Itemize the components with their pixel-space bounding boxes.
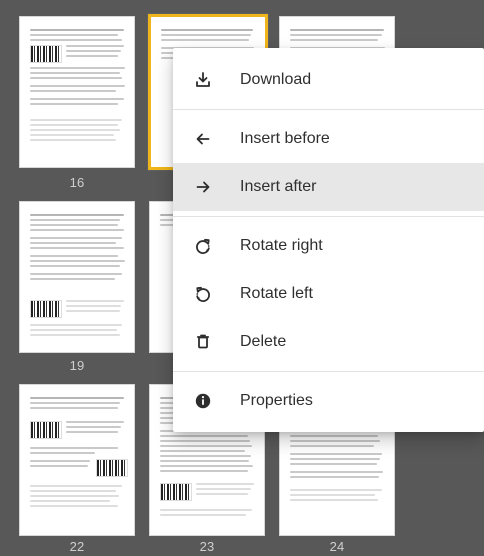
arrow-left-icon bbox=[193, 129, 213, 149]
insert-after-menu-item[interactable]: Insert after bbox=[173, 163, 484, 211]
delete-label: Delete bbox=[240, 333, 287, 350]
page-number-19: 19 bbox=[69, 358, 85, 373]
insert-before-menu-item[interactable]: Insert before bbox=[173, 115, 484, 163]
page-context-menu: Download Insert before Insert after Rota… bbox=[173, 48, 484, 432]
page-thumbnail-16[interactable] bbox=[19, 16, 135, 168]
barcode-image bbox=[96, 459, 128, 477]
download-label: Download bbox=[240, 71, 312, 88]
thumbnail-content bbox=[30, 29, 125, 157]
rotate-left-menu-item[interactable]: Rotate left bbox=[173, 270, 484, 318]
page-thumbnail-22[interactable] bbox=[19, 384, 135, 536]
properties-label: Properties bbox=[240, 392, 313, 409]
page-number-16: 16 bbox=[69, 175, 85, 190]
rotate-right-label: Rotate right bbox=[240, 237, 323, 254]
info-icon bbox=[193, 391, 213, 411]
page-grid: 16 19 22 23 24 Download Insert before In… bbox=[0, 0, 484, 554]
download-menu-item[interactable]: Download bbox=[173, 56, 484, 104]
properties-menu-item[interactable]: Properties bbox=[173, 377, 484, 425]
thumbnail-content bbox=[30, 397, 128, 525]
menu-divider bbox=[173, 371, 484, 372]
rotate-left-icon bbox=[193, 284, 213, 304]
trash-icon bbox=[193, 332, 213, 352]
page-thumbnail-19[interactable] bbox=[19, 201, 135, 353]
download-icon bbox=[193, 70, 213, 90]
barcode-image bbox=[30, 421, 62, 439]
page-number-24: 24 bbox=[329, 539, 345, 554]
insert-before-label: Insert before bbox=[240, 130, 330, 147]
thumbnail-content bbox=[30, 214, 125, 342]
insert-after-label: Insert after bbox=[240, 178, 317, 195]
barcode-image bbox=[30, 300, 62, 318]
barcode-image bbox=[160, 483, 192, 501]
rotate-right-menu-item[interactable]: Rotate right bbox=[173, 222, 484, 270]
delete-menu-item[interactable]: Delete bbox=[173, 318, 484, 366]
page-number-22: 22 bbox=[69, 539, 85, 554]
rotate-right-icon bbox=[193, 236, 213, 256]
menu-divider bbox=[173, 216, 484, 217]
page-number-23: 23 bbox=[199, 539, 215, 554]
rotate-left-label: Rotate left bbox=[240, 285, 313, 302]
arrow-right-icon bbox=[193, 177, 213, 197]
barcode-image bbox=[30, 45, 62, 63]
menu-divider bbox=[173, 109, 484, 110]
